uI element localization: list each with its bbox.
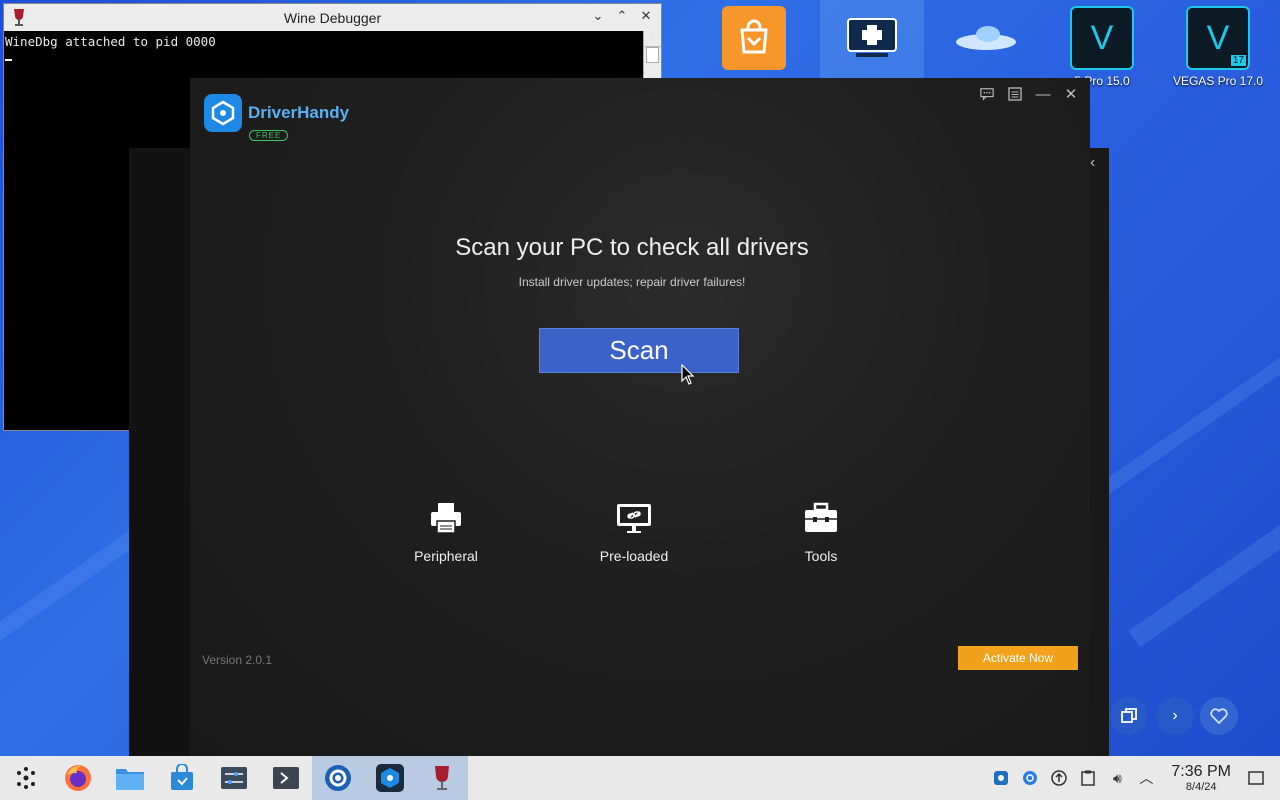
free-badge: FREE: [249, 130, 289, 141]
maximize-icon[interactable]: ⌃: [615, 8, 629, 23]
firefox-icon[interactable]: [52, 756, 104, 800]
ufo-icon: [954, 6, 1018, 70]
desktop-icon-store[interactable]: [704, 0, 804, 74]
printer-icon: [426, 498, 466, 538]
desktop-icon-vegas-17[interactable]: V 17 VEGAS Pro 17.0: [1168, 0, 1268, 88]
heart-icon[interactable]: [1200, 697, 1238, 735]
console-output: WineDbg attached to pid 0000: [5, 34, 216, 49]
monitor-plus-icon: [840, 6, 904, 70]
app-logo: DriverHandy FREE: [204, 94, 350, 141]
wallpaper-streak: [1082, 266, 1280, 508]
driverhandy-logo-icon: [204, 94, 242, 132]
feature-peripheral[interactable]: Peripheral: [386, 498, 506, 564]
clock[interactable]: 7:36 PM 8/4/24: [1171, 763, 1231, 793]
clipboard-tray-icon[interactable]: [1078, 768, 1098, 788]
monitor-link-icon: [614, 498, 654, 538]
wine-taskbar-icon[interactable]: [416, 756, 468, 800]
app-launcher-icon[interactable]: [0, 756, 52, 800]
system-tray: 🔊︎ ︿ 7:36 PM 8/4/24: [991, 756, 1280, 800]
volume-tray-icon[interactable]: 🔊︎: [1107, 768, 1127, 788]
chevron-right-icon[interactable]: ›: [1156, 697, 1194, 735]
steam-tray-icon[interactable]: [991, 768, 1011, 788]
feature-label: Tools: [804, 548, 838, 564]
scroll-thumb[interactable]: [646, 47, 659, 63]
close-icon[interactable]: ✕: [1064, 86, 1078, 103]
side-panel: ‹: [1090, 148, 1109, 756]
scroll-up-icon[interactable]: ▲: [644, 31, 661, 47]
show-desktop-icon[interactable]: [1246, 768, 1266, 788]
network-tray-icon[interactable]: [1049, 768, 1069, 788]
version-label: Version 2.0.1: [202, 653, 273, 667]
konsole-icon[interactable]: [260, 756, 312, 800]
minimize-icon[interactable]: —: [1036, 86, 1051, 103]
menu-icon[interactable]: [1008, 86, 1022, 102]
feature-label: Pre-loaded: [599, 548, 669, 564]
page-subtitle: Install driver updates; repair driver fa…: [518, 275, 746, 289]
text-cursor: [5, 59, 12, 61]
activate-now-button[interactable]: Activate Now: [958, 646, 1078, 670]
copy-icon[interactable]: [1110, 697, 1148, 735]
minimize-icon[interactable]: ⌄: [591, 8, 605, 23]
desktop-icon-ufo[interactable]: [936, 0, 1036, 74]
taskbar: 🔊︎ ︿ 7:36 PM 8/4/24: [0, 756, 1280, 800]
feature-pre-loaded[interactable]: Pre-loaded: [574, 498, 694, 564]
chevron-up-icon[interactable]: ︿: [1136, 768, 1156, 788]
wine-titlebar[interactable]: Wine Debugger ⌄ ⌃ ✕: [4, 4, 661, 31]
vegas-17-icon: V 17: [1186, 6, 1250, 70]
clock-date: 8/4/24: [1185, 780, 1217, 793]
system-settings-icon[interactable]: [208, 756, 260, 800]
driverhandy-taskbar-icon[interactable]: [364, 756, 416, 800]
feedback-icon[interactable]: [980, 86, 994, 102]
shopping-bag-icon: [722, 6, 786, 70]
app-name: DriverHandy: [248, 103, 350, 122]
desktop-icon-monitor[interactable]: [820, 0, 924, 78]
chevron-left-icon[interactable]: ‹: [1090, 154, 1095, 172]
desktop-icon-label: VEGAS Pro 17.0: [1172, 74, 1264, 88]
close-icon[interactable]: ✕: [639, 8, 653, 23]
page-title: Scan your PC to check all drivers: [455, 234, 809, 261]
update-tray-icon[interactable]: [1020, 768, 1040, 788]
scan-button[interactable]: Scan: [539, 328, 739, 373]
toolbox-icon: [801, 498, 841, 538]
feature-tools[interactable]: Tools: [761, 498, 881, 564]
driverhandy-window[interactable]: DriverHandy FREE — ✕ Scan your PC to che…: [190, 78, 1090, 756]
window-title: Wine Debugger: [283, 9, 382, 26]
desktop-icon-vegas-15[interactable]: V 5 Pro 15.0: [1052, 0, 1152, 88]
mouse-pointer-icon: [681, 363, 695, 391]
feature-label: Peripheral: [414, 548, 478, 564]
settings-gear-icon[interactable]: [312, 756, 364, 800]
discover-store-icon[interactable]: [156, 756, 208, 800]
clock-time: 7:36 PM: [1171, 763, 1231, 781]
vegas-icon: V: [1070, 6, 1134, 70]
file-manager-icon[interactable]: [104, 756, 156, 800]
